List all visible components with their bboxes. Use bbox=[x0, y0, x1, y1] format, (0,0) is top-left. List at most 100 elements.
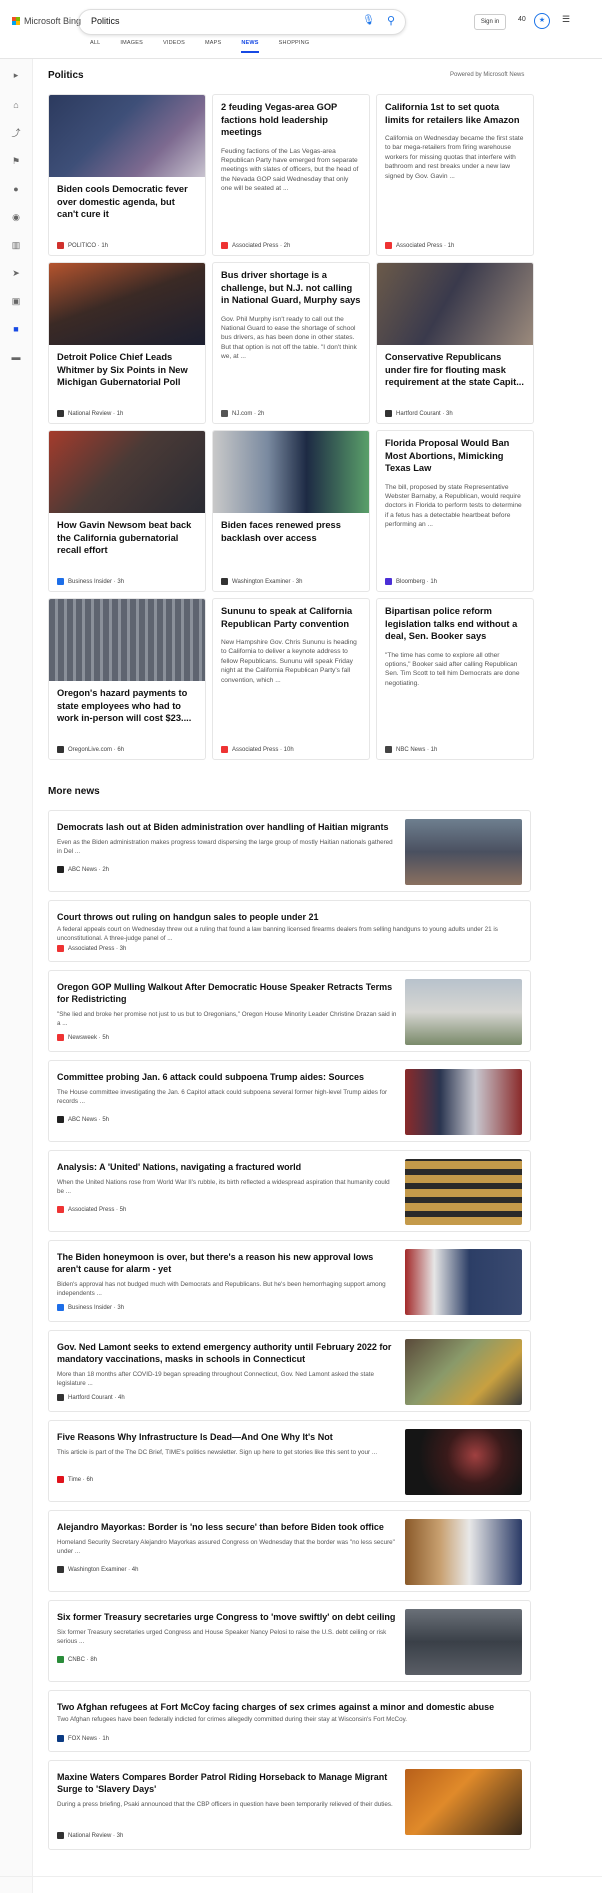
tab-videos[interactable]: VIDEOS bbox=[163, 40, 185, 53]
news-item[interactable]: Committee probing Jan. 6 attack could su… bbox=[48, 1060, 531, 1142]
bloomberg-icon bbox=[385, 578, 392, 585]
card-desc: California on Wednesday became the first… bbox=[385, 135, 524, 180]
news-desc: Homeland Security Secretary Alejandro Ma… bbox=[57, 1539, 395, 1555]
tab-shopping[interactable]: SHOPPING bbox=[279, 40, 310, 53]
news-item[interactable]: Democrats lash out at Biden administrati… bbox=[48, 810, 531, 892]
news-card[interactable]: Detroit Police Chief Leads Whitmer by Si… bbox=[48, 262, 206, 424]
politics-icon[interactable]: ■ bbox=[10, 323, 22, 335]
news-card[interactable]: 2 feuding Vegas-area GOP factions hold l… bbox=[212, 94, 370, 256]
trending-icon[interactable]: ⤴ bbox=[10, 127, 22, 139]
globe-icon[interactable]: ◉ bbox=[10, 211, 22, 223]
news-card[interactable]: Biden faces renewed press backlash over … bbox=[212, 430, 370, 592]
card-source: Washington Examiner · 3h bbox=[221, 578, 302, 585]
business-insider-icon bbox=[57, 1304, 64, 1311]
card-title[interactable]: Detroit Police Chief Leads Whitmer by Si… bbox=[49, 345, 205, 389]
news-item[interactable]: Six former Treasury secretaries urge Con… bbox=[48, 1600, 531, 1682]
card-title[interactable]: Bus driver shortage is a challenge, but … bbox=[213, 263, 369, 307]
news-card[interactable]: Florida Proposal Would Ban Most Abortion… bbox=[376, 430, 534, 592]
tab-images[interactable]: IMAGES bbox=[120, 40, 143, 53]
news-card[interactable]: Sununu to speak at California Republican… bbox=[212, 598, 370, 760]
microphone-icon[interactable]: 🎙 bbox=[362, 15, 375, 26]
news-desc: More than 18 months after COVID-19 began… bbox=[57, 1371, 375, 1387]
card-source: National Review · 1h bbox=[57, 410, 123, 417]
search-box[interactable]: Politics 🎙 ⚲ bbox=[78, 9, 406, 35]
menu-icon[interactable]: ☰ bbox=[562, 14, 570, 25]
news-source: CNBC · 8h bbox=[57, 1656, 97, 1663]
oregonlive-icon bbox=[57, 746, 64, 753]
news-title[interactable]: Oregon GOP Mulling Walkout After Democra… bbox=[57, 981, 397, 1005]
news-item[interactable]: Five Reasons Why Infrastructure Is Dead—… bbox=[48, 1420, 531, 1502]
news-item[interactable]: The Biden honeymoon is over, but there's… bbox=[48, 1240, 531, 1322]
news-thumbnail bbox=[405, 1249, 522, 1315]
news-desc: A federal appeals court on Wednesday thr… bbox=[57, 926, 498, 942]
news-title[interactable]: Gov. Ned Lamont seeks to extend emergenc… bbox=[57, 1341, 397, 1365]
news-title[interactable]: Five Reasons Why Infrastructure Is Dead—… bbox=[57, 1431, 397, 1443]
news-card[interactable]: Biden cools Democratic fever over domest… bbox=[48, 94, 206, 256]
news-card[interactable]: California 1st to set quota limits for r… bbox=[376, 94, 534, 256]
news-source: Washington Examiner · 4h bbox=[57, 1566, 138, 1573]
ap-icon bbox=[57, 1206, 64, 1213]
card-title[interactable]: How Gavin Newsom beat back the Californi… bbox=[49, 513, 205, 557]
rocket-icon[interactable]: ➤ bbox=[10, 267, 22, 279]
tab-all[interactable]: ALL bbox=[90, 40, 100, 53]
news-item[interactable]: Oregon GOP Mulling Walkout After Democra… bbox=[48, 970, 531, 1052]
news-title[interactable]: Democrats lash out at Biden administrati… bbox=[57, 821, 397, 833]
card-title[interactable]: Biden cools Democratic fever over domest… bbox=[49, 177, 205, 221]
search-input[interactable]: Politics bbox=[91, 16, 120, 26]
news-item[interactable]: Alejandro Mayorkas: Border is 'no less s… bbox=[48, 1510, 531, 1592]
news-card[interactable]: Conservative Republicans under fire for … bbox=[376, 262, 534, 424]
rewards-icon[interactable]: ★ bbox=[534, 13, 550, 29]
tab-news[interactable]: NEWS bbox=[241, 40, 259, 53]
news-card[interactable]: How Gavin Newsom beat back the Californi… bbox=[48, 430, 206, 592]
home-icon[interactable]: ⌂ bbox=[10, 99, 22, 111]
time-icon bbox=[57, 1476, 64, 1483]
news-title[interactable]: Two Afghan refugees at Fort McCoy facing… bbox=[57, 1701, 517, 1713]
nbc-news-icon bbox=[385, 746, 392, 753]
search-icon[interactable]: ⚲ bbox=[387, 14, 395, 27]
card-title[interactable]: Sununu to speak at California Republican… bbox=[213, 599, 369, 630]
card-title[interactable]: Oregon's hazard payments to state employ… bbox=[49, 681, 205, 725]
news-title[interactable]: Court throws out ruling on handgun sales… bbox=[57, 911, 517, 923]
news-desc: "She lied and broke her promise not just… bbox=[57, 1011, 397, 1027]
news-item[interactable]: Analysis: A 'United' Nations, navigating… bbox=[48, 1150, 531, 1232]
card-source: Hartford Courant · 3h bbox=[385, 410, 453, 417]
sign-in-button[interactable]: Sign in bbox=[474, 14, 506, 30]
news-card[interactable]: Bipartisan police reform legislation tal… bbox=[376, 598, 534, 760]
news-item[interactable]: Gov. Ned Lamont seeks to extend emergenc… bbox=[48, 1330, 531, 1412]
expand-icon[interactable]: ▸ bbox=[10, 69, 22, 81]
chart-icon[interactable]: ▥ bbox=[10, 239, 22, 251]
news-source: Associated Press · 5h bbox=[57, 1206, 126, 1213]
news-title[interactable]: Maxine Waters Compares Border Patrol Rid… bbox=[57, 1771, 397, 1795]
bing-logo[interactable]: Microsoft Bing bbox=[12, 16, 81, 26]
card-title[interactable]: Conservative Republicans under fire for … bbox=[377, 345, 533, 389]
card-title[interactable]: Florida Proposal Would Ban Most Abortion… bbox=[377, 431, 533, 475]
news-title[interactable]: The Biden honeymoon is over, but there's… bbox=[57, 1251, 397, 1275]
money-icon[interactable]: ▬ bbox=[10, 351, 22, 363]
rewards-points[interactable]: 40 bbox=[518, 16, 526, 23]
news-item[interactable]: Court throws out ruling on handgun sales… bbox=[48, 900, 531, 962]
news-title[interactable]: Six former Treasury secretaries urge Con… bbox=[57, 1611, 397, 1623]
card-title[interactable]: Bipartisan police reform legislation tal… bbox=[377, 599, 533, 643]
tab-maps[interactable]: MAPS bbox=[205, 40, 221, 53]
card-title[interactable]: California 1st to set quota limits for r… bbox=[377, 95, 533, 126]
card-title[interactable]: Biden faces renewed press backlash over … bbox=[213, 513, 369, 544]
news-title[interactable]: Committee probing Jan. 6 attack could su… bbox=[57, 1071, 397, 1083]
brand-name: Microsoft Bing bbox=[24, 16, 82, 26]
flag-icon[interactable]: ⚑ bbox=[10, 155, 22, 167]
card-source: OregonLive.com · 6h bbox=[57, 746, 124, 753]
news-card[interactable]: Bus driver shortage is a challenge, but … bbox=[212, 262, 370, 424]
location-icon[interactable]: ● bbox=[10, 183, 22, 195]
news-card[interactable]: Oregon's hazard payments to state employ… bbox=[48, 598, 206, 760]
powered-by: Powered by Microsoft News bbox=[450, 72, 525, 78]
news-item[interactable]: Maxine Waters Compares Border Patrol Rid… bbox=[48, 1760, 531, 1850]
card-image bbox=[49, 599, 205, 681]
news-item[interactable]: Two Afghan refugees at Fort McCoy facing… bbox=[48, 1690, 531, 1752]
film-icon[interactable]: ▣ bbox=[10, 295, 22, 307]
news-title[interactable]: Alejandro Mayorkas: Border is 'no less s… bbox=[57, 1521, 397, 1533]
news-source: Hartford Courant · 4h bbox=[57, 1394, 125, 1401]
news-title[interactable]: Analysis: A 'United' Nations, navigating… bbox=[57, 1161, 397, 1173]
news-desc: This article is part of the The DC Brief… bbox=[57, 1449, 378, 1456]
card-source: Associated Press · 2h bbox=[221, 242, 290, 249]
card-source: Associated Press · 1h bbox=[385, 242, 454, 249]
card-title[interactable]: 2 feuding Vegas-area GOP factions hold l… bbox=[213, 95, 369, 139]
